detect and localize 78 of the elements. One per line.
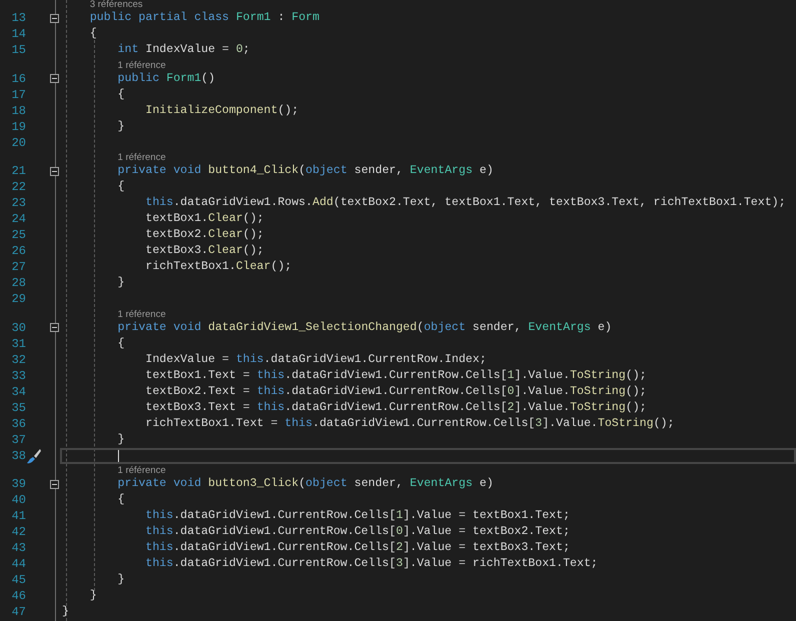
- code-line: {: [116, 336, 125, 350]
- code-line: {: [116, 180, 125, 193]
- reference-count[interactable]: 1 référence: [118, 466, 166, 476]
- collapse-icon[interactable]: [50, 166, 59, 176]
- reference-count[interactable]: 3 références: [90, 0, 143, 10]
- code-line: textBox3.Clear();: [144, 244, 264, 257]
- line-number: 37: [10, 432, 26, 448]
- line-number: 15: [10, 42, 26, 58]
- line-number: 46: [10, 588, 26, 604]
- code-line: {: [116, 493, 125, 506]
- line-number: 24: [10, 211, 26, 227]
- line-number: 17: [10, 86, 26, 102]
- code-line: {: [88, 27, 97, 40]
- line-number: 20: [10, 134, 26, 150]
- line-number: 28: [10, 275, 26, 291]
- code-line: }: [116, 573, 125, 586]
- line-number: 45: [10, 572, 26, 588]
- line-number: 19: [10, 118, 26, 134]
- collapse-icon[interactable]: [50, 74, 59, 83]
- code-line: IndexValue = this.dataGridView1.CurrentRow.Index;: [144, 352, 486, 366]
- line-number: 31: [10, 336, 26, 352]
- reference-count[interactable]: 1 référence: [118, 60, 166, 70]
- line-number: 23: [10, 195, 26, 211]
- code-line: private void button4_Click(object sender, EventArgs e): [116, 164, 494, 177]
- line-number: 42: [10, 524, 26, 540]
- code-line: }: [88, 589, 97, 602]
- line-number: 27: [10, 259, 26, 275]
- line-number: 29: [10, 291, 26, 307]
- code-line: textBox2.Text = this.dataGridView1.CurrentRow.Cells[0].Value.ToString();: [144, 384, 646, 398]
- line-number: 33: [10, 368, 26, 384]
- code-line: this.dataGridView1.Rows.Add(textBox2.Text, textBox1.Text, textBox3.Text, richTextBox1.Text);: [144, 196, 786, 209]
- line-number: 25: [10, 227, 26, 243]
- paintbrush-icon[interactable]: [26, 448, 42, 464]
- line-number: 22: [10, 179, 26, 195]
- code-line: }: [116, 120, 125, 132]
- code-line: }: [116, 276, 125, 289]
- code-line: this.dataGridView1.CurrentRow.Cells[1].Value = textBox1.Text;: [144, 509, 570, 522]
- reference-count[interactable]: 1 référence: [118, 153, 166, 163]
- code-line: public partial class Form1 : Form: [88, 11, 320, 24]
- line-number: 34: [10, 384, 26, 400]
- collapse-icon[interactable]: [50, 480, 59, 488]
- collapse-icon[interactable]: [50, 323, 59, 332]
- code-line: textBox1.Text = this.dataGridView1.CurrentRow.Cells[1].Value.ToString();: [144, 368, 646, 382]
- line-number: 44: [10, 556, 26, 572]
- line-number: 16: [10, 70, 26, 86]
- code-line: private void dataGridView1_SelectionChanged(object sender, EventArgs e): [116, 320, 612, 334]
- line-number: 40: [10, 492, 26, 508]
- line-number: 41: [10, 508, 26, 524]
- line-number: 38: [10, 448, 26, 464]
- code-line: this.dataGridView1.CurrentRow.Cells[0].Value = textBox2.Text;: [144, 525, 570, 538]
- line-number: 36: [10, 416, 26, 432]
- line-number: 39: [10, 476, 26, 492]
- code-line: }: [116, 432, 125, 446]
- code-line: private void button3_Click(object sender, EventArgs e): [116, 477, 494, 490]
- collapse-icon[interactable]: [50, 14, 59, 22]
- code-line: richTextBox1.Clear();: [144, 260, 292, 273]
- line-number: 30: [10, 320, 26, 336]
- code-line: textBox1.Clear();: [144, 212, 264, 225]
- reference-count[interactable]: 1 référence: [118, 310, 166, 320]
- code-line: {: [116, 88, 125, 100]
- code-line: public Form1(): [116, 72, 216, 84]
- line-number: 13: [10, 10, 26, 26]
- line-number: 14: [10, 26, 26, 42]
- line-number: 47: [10, 604, 26, 620]
- code-line: int IndexValue = 0;: [116, 43, 250, 56]
- code-line: textBox2.Clear();: [144, 228, 264, 241]
- code-line: this.dataGridView1.CurrentRow.Cells[3].Value = richTextBox1.Text;: [144, 557, 598, 570]
- code-line: this.dataGridView1.CurrentRow.Cells[2].Value = textBox3.Text;: [144, 541, 570, 554]
- line-number: 35: [10, 400, 26, 416]
- line-number: 43: [10, 540, 26, 556]
- code-line: textBox3.Text = this.dataGridView1.CurrentRow.Cells[2].Value.ToString();: [144, 400, 646, 414]
- line-number: 21: [10, 163, 26, 179]
- line-number: 26: [10, 243, 26, 259]
- code-line: }: [62, 605, 69, 618]
- code-line: richTextBox1.Text = this.dataGridView1.CurrentRow.Cells[3].Value.ToString();: [144, 416, 674, 430]
- code-line: InitializeComponent();: [144, 104, 299, 116]
- line-number: 32: [10, 352, 26, 368]
- line-number: 18: [10, 102, 26, 118]
